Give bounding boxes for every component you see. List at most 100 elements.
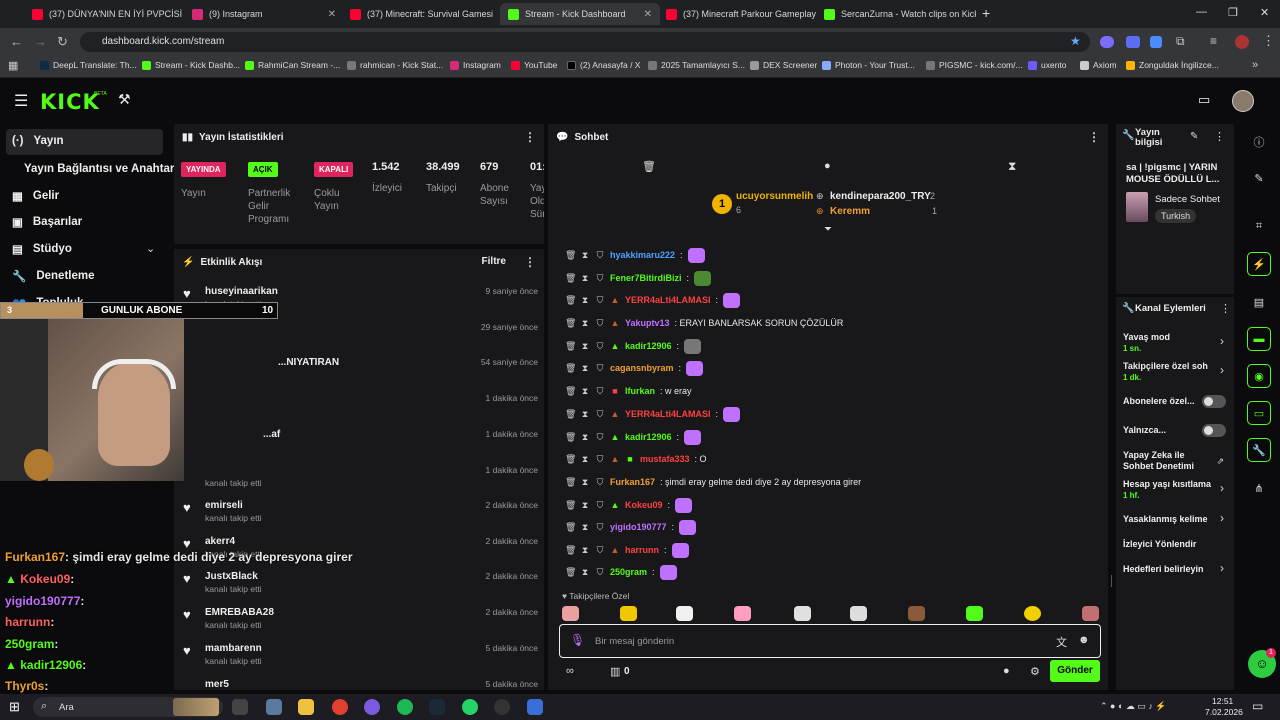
delete-icon[interactable]: 🗑 <box>565 341 576 352</box>
url-input[interactable]: dashboard.kick.com/stream <box>80 32 1090 52</box>
bookmark-item[interactable]: YouTube <box>511 60 557 70</box>
emote-face-icon[interactable] <box>1082 606 1099 621</box>
browser-tab[interactable]: (37) DÜNYA'NIN EN İYİ PVPCİSİ✕ <box>24 3 186 25</box>
sidebar-item-yayin[interactable]: (·) Yayın <box>12 135 64 147</box>
notifications-icon[interactable]: ▭ <box>1252 699 1263 713</box>
wallet-icon[interactable]: ▭ <box>1247 401 1271 425</box>
ai-moderation-setting[interactable]: Yapay Zeka ile Sohbet Denetimi <box>1123 450 1215 472</box>
subscribers-only-setting[interactable]: Abonelere özel... <box>1123 396 1201 407</box>
sidebar-item-studyo[interactable]: ▤ Stüdyo <box>12 242 72 256</box>
chrome-icon[interactable] <box>332 699 348 715</box>
app-icon[interactable] <box>364 699 380 715</box>
chevron-right-icon[interactable]: › <box>1220 561 1224 575</box>
goals-setting[interactable]: Hedefleri belirleyin <box>1123 564 1223 575</box>
bookmark-item[interactable]: DEX Screener <box>750 60 817 70</box>
user-avatar[interactable] <box>1232 90 1254 112</box>
maximize-icon[interactable]: ❐ <box>1228 6 1238 19</box>
microphone-icon[interactable]: 🎙 <box>570 633 585 647</box>
subscribers-only-toggle[interactable] <box>1202 395 1226 408</box>
expand-icon[interactable]: ⏷ <box>824 224 832 235</box>
bookmark-item[interactable]: Zonguldak İngilizce... <box>1126 60 1219 70</box>
timeout-icon[interactable]: ⧗ <box>580 318 590 329</box>
top-gifter-name[interactable]: Keremm <box>830 206 870 217</box>
obs-icon[interactable] <box>494 699 510 715</box>
raid-setting[interactable]: İzleyici Yönlendir <box>1123 539 1223 550</box>
sidebar-item-gelir[interactable]: ▦ Gelir <box>12 189 59 203</box>
back-icon[interactable]: ← <box>10 34 23 49</box>
delete-icon[interactable]: 🗑 <box>565 432 576 443</box>
wrench-icon[interactable]: 🔧 <box>1247 438 1271 462</box>
share-icon[interactable]: ⋔ <box>1247 476 1271 500</box>
chat-bubble-icon[interactable]: ● <box>824 160 831 172</box>
timeout-icon[interactable]: ⧗ <box>580 341 590 352</box>
extension-icon[interactable] <box>1126 36 1140 48</box>
emote-ghost-icon[interactable] <box>676 606 693 621</box>
forward-icon[interactable]: → <box>34 34 47 49</box>
account-age-setting[interactable]: Hesap yaşı kısıtlama 1 hf. <box>1123 479 1219 501</box>
gear-icon[interactable]: ⚙ <box>1030 665 1040 678</box>
timeout-icon[interactable]: ⧗ <box>580 295 590 306</box>
timeout-icon[interactable]: ⧗ <box>580 250 590 261</box>
lightning-icon[interactable]: ⚡ <box>1247 252 1271 276</box>
delete-icon[interactable]: 🗑 <box>565 250 576 261</box>
sidebar-item-basarilar[interactable]: ▣ Başarılar <box>12 215 82 229</box>
close-icon[interactable]: ✕ <box>328 9 336 20</box>
menu-lines-icon[interactable]: ≡ <box>1210 34 1217 48</box>
edit-icon[interactable]: ✎ <box>1190 131 1198 142</box>
delete-icon[interactable]: 🗑 <box>565 522 576 533</box>
bookmark-item[interactable]: Axiom <box>1080 60 1117 70</box>
more-bookmarks-icon[interactable]: » <box>1252 59 1258 71</box>
timeout-icon[interactable]: ⧗ <box>580 273 590 284</box>
whatsapp-icon[interactable] <box>462 699 478 715</box>
browser-tab[interactable]: (37) Minecraft Parkour Gameplay✕ <box>658 3 818 25</box>
emotes-only-toggle[interactable] <box>1202 424 1226 437</box>
category-thumbnail[interactable] <box>1126 192 1148 222</box>
filter-button[interactable]: Filtre <box>482 256 506 267</box>
emote-penguin-icon[interactable] <box>794 606 811 621</box>
translate-icon[interactable]: 文 <box>1056 634 1067 650</box>
bookmark-star-icon[interactable]: ★ <box>1070 34 1081 48</box>
kick-logo[interactable]: KICK <box>40 90 100 114</box>
timeout-icon[interactable]: ⧗ <box>580 477 590 488</box>
more-options-icon[interactable]: ⋮ <box>1088 130 1100 144</box>
hamburger-menu-icon[interactable]: ☰ <box>14 91 28 111</box>
bookmark-item[interactable]: Photon - Your Trust... <box>822 60 915 70</box>
slow-mode-setting[interactable]: Yavaş mod 1 sn. <box>1123 332 1223 354</box>
delete-icon[interactable]: 🗑 <box>565 273 576 284</box>
chat-icon[interactable]: ▬ <box>1247 327 1271 351</box>
delete-icon[interactable]: 🗑 <box>565 545 576 556</box>
timeout-icon[interactable]: ⧗ <box>580 363 590 374</box>
emote-pig-icon[interactable] <box>734 606 751 621</box>
app-icon[interactable] <box>527 699 543 715</box>
chevron-right-icon[interactable]: › <box>1220 363 1224 377</box>
crop-icon[interactable]: ⌗ <box>1247 214 1271 238</box>
delete-icon[interactable]: 🗑 <box>565 363 576 374</box>
emotes-only-setting[interactable]: Yalnızca... <box>1123 425 1201 436</box>
chevron-right-icon[interactable]: › <box>1220 334 1224 348</box>
app-icon[interactable] <box>266 699 282 715</box>
apps-grid-icon[interactable]: ▦ <box>8 59 18 72</box>
emote-cat-icon[interactable] <box>562 606 579 621</box>
window-close-icon[interactable]: ✕ <box>1260 6 1269 19</box>
chevron-right-icon[interactable]: › <box>1220 481 1224 495</box>
extensions-puzzle-icon[interactable]: ⧉ <box>1176 34 1185 49</box>
browser-menu-icon[interactable]: ⋮ <box>1262 33 1275 49</box>
chat-message-input[interactable]: 🎙 Bir mesaj gönderin 文 ☻ <box>559 624 1101 658</box>
bookmark-item[interactable]: (2) Anasayfa / X <box>567 60 640 70</box>
top-gifter-name[interactable]: kendinepara200_TRY <box>830 191 931 202</box>
timeout-icon[interactable]: ⧗ <box>580 409 590 420</box>
bookmark-item[interactable]: rahmican - Kick Stat... <box>347 60 443 70</box>
gift-icon[interactable]: ▥ <box>610 665 620 678</box>
bookmark-item[interactable]: 2025 Tamamlayıcı S... <box>648 60 745 70</box>
timeout-icon[interactable]: ⧗ <box>580 500 590 511</box>
bookmark-item[interactable]: DeepL Translate: Th... <box>40 60 137 70</box>
delete-icon[interactable]: 🗑 <box>565 295 576 306</box>
more-options-icon[interactable]: ⋮ <box>1220 302 1231 315</box>
steam-icon[interactable] <box>429 699 445 715</box>
chevron-down-icon[interactable]: ⌄ <box>146 242 155 255</box>
hourglass-icon[interactable]: ⧗ <box>1008 159 1016 174</box>
top-gifter-name[interactable]: ucuyorsunmelih <box>736 191 813 202</box>
edit-icon[interactable]: ✎ <box>1247 166 1271 190</box>
more-options-icon[interactable]: ⋮ <box>524 130 536 144</box>
delete-icon[interactable]: 🗑 <box>565 500 576 511</box>
